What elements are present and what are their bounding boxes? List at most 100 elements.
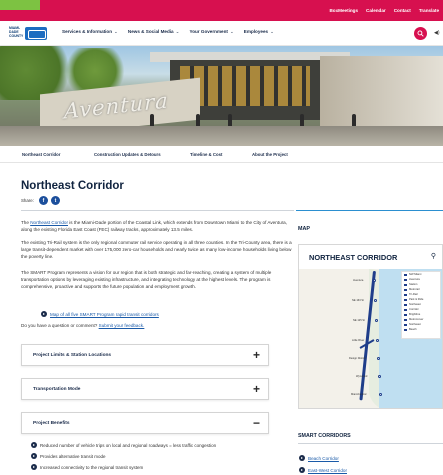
question-text: Do you have a question or comment? [21,323,99,328]
hero-person [150,114,154,126]
arrow-circle-icon [31,442,37,448]
map-title: NORTHEAST CORRIDOR [309,253,398,262]
map-station [373,279,376,282]
accordion-project-benefits[interactable]: Project Benefits − [21,412,269,434]
county-logo[interactable]: MIAMI-DADE COUNTY [9,26,49,40]
arrow-circle-icon [41,311,47,317]
plus-icon[interactable]: + [253,383,260,395]
map-pin-icon: ⚲ [430,253,436,260]
subnav-timeline-cost[interactable]: Timeline & Cost [190,152,222,157]
hero-person [300,114,304,126]
divider-accent [296,210,443,211]
nav-item-label: Your Government [189,29,228,34]
nav-item-label: Employees [243,29,269,34]
nav-item-government[interactable]: Your Government ⌄ [189,29,233,35]
twitter-icon[interactable]: t [50,196,60,205]
benefit-item: Provides alternative transit mode [31,453,106,459]
hero-building-right [320,56,443,126]
station-label: MiamiCentral [351,393,367,396]
accordion-title: Project Benefits [33,421,70,426]
divider [298,443,443,444]
facebook-icon[interactable]: f [38,196,48,205]
arrow-circle-icon [299,467,305,473]
beach-corridor-link[interactable]: Beach Corridor [308,456,339,461]
station-label: Design District [349,357,366,360]
tri-rail-paragraph: The existing Tri-Rail system is the only… [21,240,292,259]
benefit-text: Increased connectivity to the regional t… [40,464,144,470]
benefit-text: Reduced number of vehicle trips on local… [40,442,217,448]
map-station [375,319,378,322]
utility-link-calendar[interactable]: Calendar [366,8,386,13]
legend-item: Beach [402,327,440,332]
intro-paragraph: The Northeast Corridor is the Miami-Dade… [21,220,287,232]
station-label: Aventura [353,279,364,282]
share-label: Share: [21,198,34,203]
map-station [376,339,379,342]
search-button[interactable] [414,27,427,40]
nav-item-label: Services & Information [62,29,113,34]
accordion-title: Project Limits & Station Locations [33,353,112,358]
subnav-about-project[interactable]: About the Project [252,152,288,157]
feedback-line: Do you have a question or comment? Submi… [21,323,144,328]
benefit-item: Reduced number of vehicle trips on local… [31,442,216,448]
map-legend: NW Miami Aventura Station Metrorail Tri-… [401,271,441,339]
logo-mark-icon [25,26,47,40]
station-label: Wynwood [356,375,368,378]
arrow-circle-icon [31,453,37,459]
hero-person [228,114,232,126]
corridor-map[interactable]: NORTHEAST CORRIDOR ⚲ NW Miami Aventura S… [298,244,443,409]
accordion-title: Transportation Mode [33,387,81,392]
arrow-circle-icon [31,464,37,470]
smart-map-link[interactable]: Map of all five SMART Program rapid tran… [50,312,159,317]
hero-person [352,114,356,126]
map-station [377,357,380,360]
search-icon [417,30,424,37]
logo-text: MIAMI-DADE COUNTY [9,26,24,38]
utility-link-boxmeetings[interactable]: BoxMeetings [329,8,358,13]
nav-item-services[interactable]: Services & Information ⌄ [62,29,118,35]
smart-corridor-item[interactable]: East-West Corridor [299,467,347,473]
plus-icon[interactable]: + [253,349,260,361]
nav-item-label: News & Social Media [127,29,174,34]
page-title: Northeast Corridor [21,180,124,192]
station-label: NE 163 St [352,299,364,302]
accordion-transportation-mode[interactable]: Transportation Mode + [21,378,269,400]
benefit-item: Increased connectivity to the regional t… [31,464,143,470]
map-station [379,393,382,396]
utility-bar: BoxMeetings Calendar Contact Translate [0,0,443,21]
main-nav-bar: MIAMI-DADE COUNTY Services & Information… [0,21,443,46]
arrow-circle-icon [299,455,305,461]
nav-item-news[interactable]: News & Social Media ⌄ [128,29,180,35]
minus-icon[interactable]: − [253,417,260,429]
utility-link-contact[interactable]: Contact [394,8,411,13]
subnav-northeast-corridor[interactable]: Northeast Corridor [22,152,60,157]
hero-person [196,114,200,126]
northeast-corridor-link[interactable]: Northeast Corridor [30,220,68,225]
smart-program-paragraph: The SMART Program represents a vision fo… [21,270,272,289]
east-west-corridor-link[interactable]: East-West Corridor [308,468,347,473]
chevron-down-icon: ⌄ [270,29,274,34]
speaker-icon[interactable]: ◀) [434,30,440,36]
decorative-green-tab [0,0,40,10]
station-label: Little River [352,339,365,342]
nav-item-employees[interactable]: Employees ⌄ [244,29,274,35]
map-link-row[interactable]: Map of all five SMART Program rapid tran… [41,311,159,317]
submit-feedback-link[interactable]: Submit your feedback. [99,323,145,328]
map-station [374,299,377,302]
map-station [378,375,381,378]
hero-plaza [0,126,443,146]
main-nav: Services & Information ⌄ News & Social Me… [62,29,274,35]
subnav-construction-updates[interactable]: Construction Updates & Detours [94,152,161,157]
chevron-down-icon: ⌄ [229,29,234,34]
benefit-text: Provides alternative transit mode [40,453,106,459]
smart-corridors-heading: SMART CORRIDORS [298,433,351,439]
project-subnav: Northeast Corridor Construction Updates … [0,146,443,163]
smart-corridor-item[interactable]: Beach Corridor [299,455,339,461]
share-row: Share: f t [21,196,60,205]
hero-image: Aventura [0,46,443,146]
accordion-project-limits[interactable]: Project Limits & Station Locations + [21,344,269,366]
chevron-down-icon: ⌄ [114,29,118,34]
divider [21,210,294,211]
map-heading: MAP [298,226,310,232]
utility-link-translate[interactable]: Translate [419,8,439,13]
